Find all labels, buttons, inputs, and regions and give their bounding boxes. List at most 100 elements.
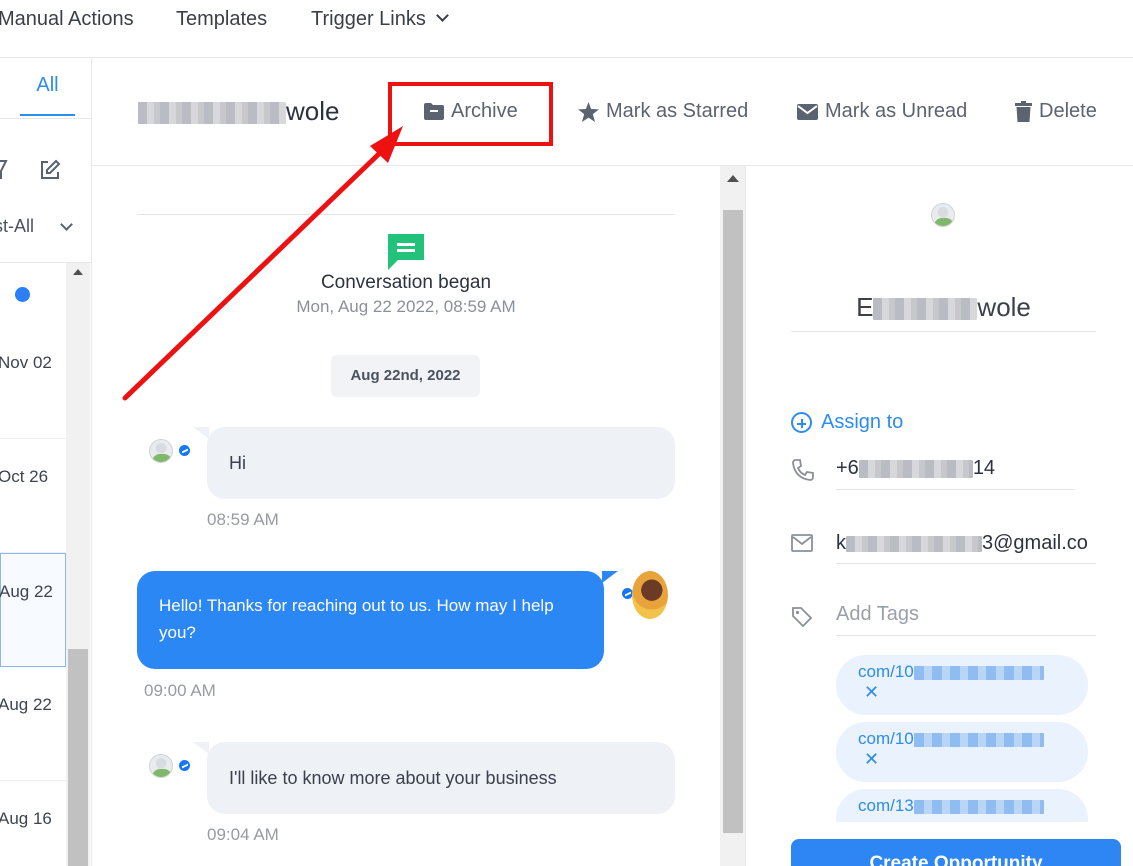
conversation-header: wole Archive Mark as Starred Mark as Unr… (92, 58, 1133, 166)
list-item[interactable]: Aug 22 (0, 667, 66, 781)
mark-unread-button[interactable]: Mark as Unread (797, 100, 967, 123)
tab-all[interactable]: All (20, 74, 75, 97)
conversation-began-title: Conversation began (320, 272, 492, 293)
envelope-icon (797, 103, 818, 120)
redacted-text (138, 102, 286, 125)
delete-button[interactable]: Delete (1015, 100, 1097, 123)
list-item[interactable]: Nov 02 (0, 325, 66, 439)
redacted-text (846, 535, 982, 552)
contact-name-end: wole (977, 292, 1031, 322)
agent-avatar (632, 571, 668, 619)
unread-dot (15, 287, 30, 302)
mark-starred-label: Mark as Starred (606, 100, 749, 122)
tag-text: com/10 (858, 729, 914, 748)
list-item[interactable]: Oct 26 (0, 439, 66, 553)
phone-end: 14 (972, 457, 996, 479)
tag-chip: com/13 (836, 789, 1088, 822)
tag-chip: com/10 ✕ (836, 655, 1088, 715)
mail-icon (791, 534, 813, 557)
contact-details-panel: Ewole Assign to +6 14 k 3@gmail.co Add Tag… (747, 166, 1133, 866)
message-thread: Conversation began Mon, Aug 22 2022, 08:… (92, 166, 720, 866)
date-separator: Aug 22nd, 2022 (331, 355, 480, 397)
conversation-date: Aug 16 (0, 809, 52, 828)
chevron-down-icon (435, 9, 449, 22)
chat-bubble-icon (388, 234, 424, 275)
contact-avatar (149, 439, 173, 463)
chevron-down-icon[interactable] (60, 218, 73, 231)
mark-unread-label: Mark as Unread (825, 100, 968, 122)
contact-avatar (149, 754, 173, 778)
delete-label: Delete (1039, 100, 1097, 122)
contact-name: Ewole (791, 292, 1096, 323)
annotation-highlight-box (388, 82, 553, 146)
conversation-began-date: Mon, Aug 22 2022, 08:59 AM (296, 297, 516, 316)
message-text: Hello! Thanks for reaching out to us. Ho… (159, 596, 554, 642)
assign-to-button[interactable]: Assign to (791, 411, 903, 434)
conversation-date: Oct 26 (0, 467, 49, 486)
outgoing-message: Hello! Thanks for reaching out to us. Ho… (137, 571, 618, 669)
nav-trigger-links-label: Trigger Links (311, 8, 426, 30)
contact-name-visible: wole (286, 96, 340, 126)
nav-manual-actions[interactable]: Manual Actions (0, 8, 134, 31)
list-item-selected[interactable]: Aug 22 (0, 553, 66, 667)
message-text: Hi (229, 452, 246, 473)
email-start: k (836, 532, 846, 554)
redacted-text (913, 732, 1044, 747)
message-time: 09:00 AM (144, 681, 216, 700)
divider (836, 563, 1096, 564)
conversation-date: Aug 22 (0, 695, 52, 714)
messenger-icon (178, 444, 191, 457)
assign-to-label: Assign to (821, 411, 904, 433)
conversation-date: Nov 02 (0, 353, 52, 372)
tag-icon (791, 606, 813, 633)
phone-field[interactable]: +6 14 (836, 457, 1076, 480)
trash-icon (1015, 101, 1032, 122)
add-tags-input[interactable]: Add Tags (836, 603, 919, 626)
redacted-text (913, 665, 1044, 680)
create-opportunity-button[interactable]: Create Opportunity (791, 839, 1121, 866)
tag-list: com/10 ✕ com/10 ✕ com/13 (747, 652, 1133, 822)
conversation-date: Aug 22 (0, 582, 53, 601)
tab-active-indicator (20, 114, 75, 116)
messenger-icon (178, 759, 191, 772)
message-thread-scrollbar[interactable] (720, 166, 746, 866)
redacted-text (913, 799, 1044, 814)
mark-starred-button[interactable]: Mark as Starred (578, 100, 748, 123)
top-navigation: Manual Actions Templates Trigger Links (0, 0, 1133, 58)
redacted-text (858, 459, 973, 478)
remove-tag-icon[interactable]: ✕ (864, 682, 1088, 702)
incoming-message: I'll like to know more about your busine… (193, 742, 675, 814)
tag-chip: com/10 ✕ (836, 722, 1088, 782)
conversation-list: Nov 02 Oct 26 Aug 22 Aug 22 Aug 16 (0, 263, 66, 866)
contact-name-title: wole (138, 96, 339, 127)
redacted-text (873, 298, 978, 321)
phone-icon (791, 458, 815, 487)
status-filter-select[interactable]: st-All (0, 216, 34, 237)
message-time: 08:59 AM (207, 510, 279, 529)
filter-icon[interactable] (0, 158, 14, 187)
divider (791, 331, 1096, 332)
scroll-up-arrow-icon[interactable] (727, 175, 739, 182)
list-item[interactable]: Aug 16 (0, 781, 66, 866)
star-icon (578, 101, 599, 122)
scroll-up-arrow-icon[interactable] (73, 269, 83, 275)
nav-templates[interactable]: Templates (176, 8, 267, 31)
message-text: I'll like to know more about your busine… (229, 767, 557, 788)
plus-circle-icon (791, 412, 812, 433)
divider (836, 635, 1096, 636)
divider (836, 489, 1075, 490)
nav-trigger-links[interactable]: Trigger Links (311, 8, 449, 31)
scrollbar-thumb[interactable] (68, 649, 88, 866)
conversation-list-scrollbar[interactable] (66, 263, 90, 866)
contact-avatar (931, 203, 955, 227)
scrollbar-thumb[interactable] (723, 210, 743, 833)
tag-text: com/13 (858, 796, 914, 815)
message-time: 09:04 AM (207, 825, 279, 844)
compose-icon[interactable] (38, 158, 62, 187)
remove-tag-icon[interactable]: ✕ (864, 749, 1088, 769)
tag-text: com/10 (858, 662, 914, 681)
email-end: 3@gmail.co (982, 532, 1088, 554)
divider (137, 214, 675, 215)
incoming-message: Hi (193, 427, 675, 499)
email-field[interactable]: k 3@gmail.co (836, 532, 1096, 555)
